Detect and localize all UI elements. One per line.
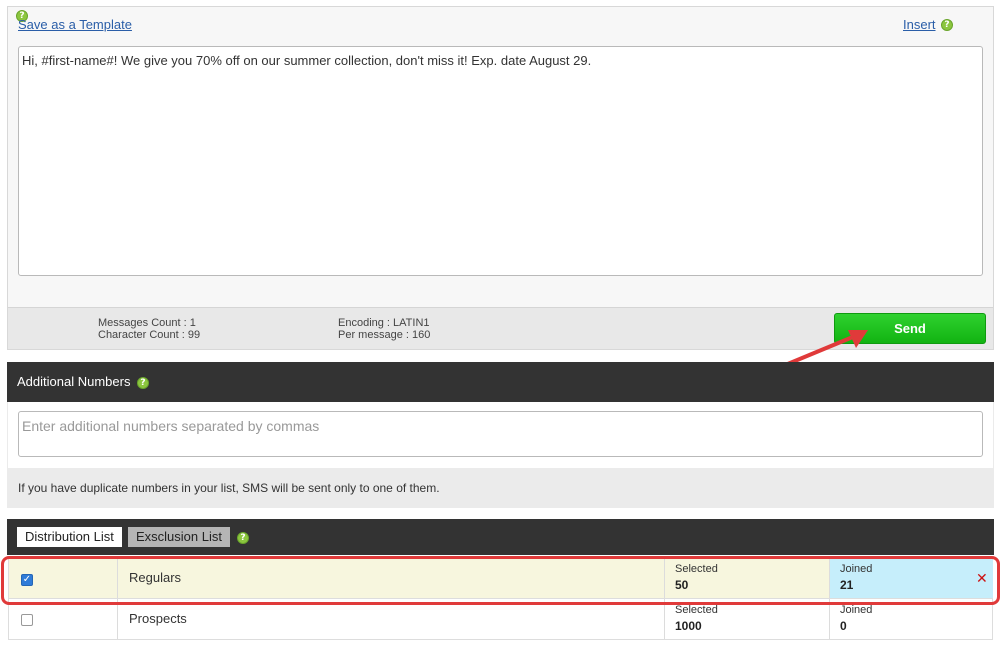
additional-numbers-help-icon[interactable]: ?	[137, 377, 149, 389]
joined-value: 0	[840, 619, 847, 633]
tab-exclusion-list[interactable]: Exsclusion List	[128, 527, 230, 547]
save-as-template-link[interactable]: Save as a Template	[18, 17, 132, 32]
additional-numbers-input[interactable]: Enter additional numbers separated by co…	[18, 411, 983, 457]
list-row-prospects[interactable]: Prospects Selected 1000 Joined 0	[8, 599, 993, 640]
additional-numbers-title: Additional Numbers	[17, 374, 131, 389]
insert-help-icon[interactable]: ?	[941, 19, 953, 31]
row-checkbox[interactable]	[21, 614, 33, 626]
duplicate-numbers-note: If you have duplicate numbers in your li…	[18, 481, 440, 495]
selected-label: Selected	[675, 604, 718, 616]
messages-count: Messages Count : 1	[98, 317, 196, 329]
selected-value: 1000	[675, 619, 702, 633]
annotation-highlight	[1, 556, 1000, 605]
insert-link[interactable]: Insert	[903, 17, 936, 32]
additional-numbers-header	[7, 362, 994, 402]
row-name-cell: Prospects	[117, 599, 664, 639]
list-help-icon[interactable]: ?	[237, 532, 249, 544]
message-textarea[interactable]: Hi, #first-name#! We give you 70% off on…	[18, 46, 983, 276]
selected-cell: Selected 1000	[664, 599, 829, 639]
joined-label: Joined	[840, 604, 873, 616]
encoding: Encoding : LATIN1	[338, 317, 430, 329]
row-name: Prospects	[129, 611, 187, 626]
joined-cell: Joined 0	[829, 599, 993, 639]
per-message: Per message : 160	[338, 329, 431, 341]
tab-distribution-list[interactable]: Distribution List	[17, 527, 122, 547]
character-count: Character Count : 99	[98, 329, 201, 341]
